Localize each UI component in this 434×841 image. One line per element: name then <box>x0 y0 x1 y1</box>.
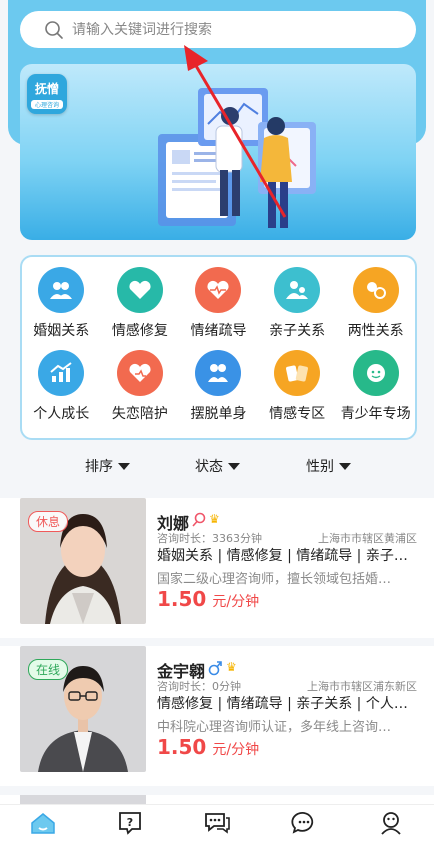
status-badge: 休息 <box>28 511 69 532</box>
category-item-1[interactable]: 情感修复 <box>101 267 180 340</box>
filter-status[interactable]: 状态 <box>195 456 240 476</box>
counselor-card[interactable]: 休息 刘娜 ♛ 咨询时长：3363分钟 上海市市辖区黄浦区 婚姻关系 | 情感修… <box>0 498 434 638</box>
filter-sort-label: 排序 <box>85 459 113 475</box>
category-label: 婚姻关系 <box>33 323 90 339</box>
category-label: 失恋陪护 <box>111 406 168 422</box>
marriage-icon <box>38 267 85 313</box>
price-value: 1.50 <box>157 735 207 759</box>
profile-icon <box>380 812 401 835</box>
consult-duration: 咨询时长：3363分钟 <box>157 532 262 545</box>
single-icon <box>195 350 242 396</box>
category-label: 情感修复 <box>111 323 168 339</box>
tab-chat[interactable] <box>174 805 261 841</box>
counselor-tags: 情感修复 | 情绪疏导 | 亲子关系 | 个人成长 <box>157 696 419 712</box>
category-panel: 婚姻关系 情感修复 情绪疏导 亲子关系 两性关系 个人成长 失恋陪护 摆脱单身 … <box>20 255 417 440</box>
category-label: 个人成长 <box>33 406 90 422</box>
caret-down-icon <box>118 462 130 470</box>
tab-profile[interactable] <box>347 805 434 841</box>
search-icon <box>45 20 63 39</box>
message-icon <box>291 812 313 834</box>
heartbreak-icon <box>116 350 163 396</box>
search-bar[interactable] <box>20 11 416 48</box>
parent-child-icon <box>274 267 321 313</box>
banner-illustration <box>158 88 316 228</box>
tab-questions[interactable]: ? <box>87 805 174 841</box>
female-icon <box>192 512 206 527</box>
bottom-tab-bar: ? <box>0 804 434 841</box>
filter-status-label: 状态 <box>195 459 223 475</box>
chat-icon <box>205 813 230 834</box>
category-grid: 婚姻关系 情感修复 情绪疏导 亲子关系 两性关系 个人成长 失恋陪护 摆脱单身 … <box>22 267 415 423</box>
filter-gender-label: 性别 <box>306 459 334 475</box>
question-icon: ? <box>119 812 142 835</box>
category-item-2[interactable]: 情绪疏导 <box>179 267 258 340</box>
filter-gender[interactable]: 性别 <box>306 456 351 476</box>
category-label: 摆脱单身 <box>190 406 247 422</box>
counselor-card[interactable]: 在线 金宇翱 ♛ 咨询时长：0分钟 上海市市辖区浦东新区 情感修复 | 情绪疏导… <box>0 646 434 786</box>
counselor-meta: 咨询时长：0分钟 上海市市辖区浦东新区 <box>157 678 417 694</box>
counselor-photo: 在线 <box>20 646 146 772</box>
counselor-location: 上海市市辖区浦东新区 <box>307 680 417 693</box>
gender-icon <box>352 267 399 313</box>
counselor-tags: 婚姻关系 | 情感修复 | 情绪疏导 | 亲子关系 <box>157 548 419 564</box>
counselor-price: 1.50 元/分钟 <box>157 587 259 611</box>
category-item-9[interactable]: 青少年专场 <box>336 350 415 423</box>
consult-duration: 咨询时长：0分钟 <box>157 680 241 693</box>
promo-banner[interactable]: 抚憎 心理咨询 <box>20 64 416 240</box>
category-item-6[interactable]: 失恋陪护 <box>101 350 180 423</box>
category-item-5[interactable]: 个人成长 <box>22 350 101 423</box>
counselor-intro: 国家二级心理咨询师，擅长领域包括婚姻情感 <box>157 572 403 587</box>
counselor-intro: 中科院心理咨询师认证，多年线上咨询经验 <box>157 720 403 735</box>
cards-icon <box>274 350 321 396</box>
tab-home[interactable] <box>0 805 87 841</box>
caret-down-icon <box>339 462 351 470</box>
counselor-location: 上海市市辖区黄浦区 <box>318 532 417 545</box>
category-item-3[interactable]: 亲子关系 <box>258 267 337 340</box>
teen-icon <box>352 350 399 396</box>
price-unit: 元/分钟 <box>212 742 260 758</box>
category-item-8[interactable]: 情感专区 <box>258 350 337 423</box>
category-item-4[interactable]: 两性关系 <box>336 267 415 340</box>
crown-icon: ♛ <box>209 512 220 526</box>
tab-messages[interactable] <box>260 805 347 841</box>
counselor-meta: 咨询时长：3363分钟 上海市市辖区黄浦区 <box>157 530 417 546</box>
category-label: 亲子关系 <box>269 323 326 339</box>
category-label: 两性关系 <box>347 323 404 339</box>
caret-down-icon <box>228 462 240 470</box>
category-label: 情绪疏导 <box>190 323 247 339</box>
search-input[interactable] <box>72 21 372 38</box>
counselor-photo: 休息 <box>20 498 146 624</box>
emotion-icon <box>195 267 242 313</box>
home-icon <box>31 813 56 834</box>
status-badge: 在线 <box>28 659 69 680</box>
heart-repair-icon <box>116 267 163 313</box>
counselor-price: 1.50 元/分钟 <box>157 735 259 759</box>
category-item-0[interactable]: 婚姻关系 <box>22 267 101 340</box>
price-value: 1.50 <box>157 587 207 611</box>
filter-bar: 排序 状态 性别 <box>0 456 434 478</box>
filter-sort[interactable]: 排序 <box>85 456 130 476</box>
price-unit: 元/分钟 <box>212 594 260 610</box>
svg-text:?: ? <box>127 816 133 829</box>
category-label: 青少年专场 <box>340 406 411 422</box>
male-icon <box>208 661 222 676</box>
category-item-7[interactable]: 摆脱单身 <box>179 350 258 423</box>
growth-icon <box>38 350 85 396</box>
category-label: 情感专区 <box>269 406 326 422</box>
crown-icon: ♛ <box>226 660 237 674</box>
